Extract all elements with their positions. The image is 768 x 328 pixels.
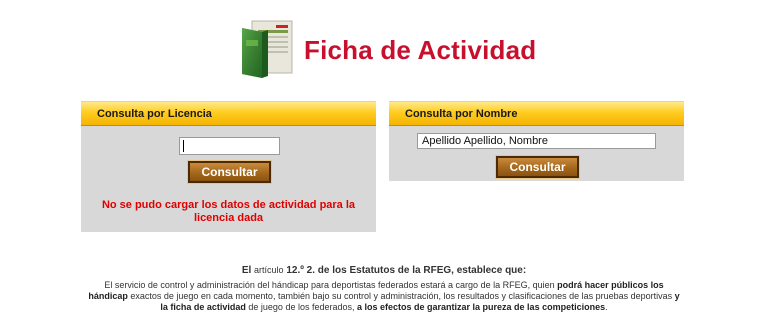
notice-text-1: El servicio de control y administración … <box>104 280 558 290</box>
licencia-error-message: No se pudo cargar los datos de actividad… <box>81 199 376 225</box>
page-title: Ficha de Actividad <box>304 35 537 65</box>
nombre-panel-title: Consulta por Nombre <box>389 101 684 126</box>
notice-text-2: exactos de juego en cada momento, tambié… <box>127 291 675 301</box>
notice-text-4: . <box>605 302 608 312</box>
notice-bold-3: y <box>674 291 680 301</box>
notice-bold-5: a los efectos de garantizar la pureza de… <box>357 302 606 312</box>
licencia-panel-title: Consulta por Licencia <box>81 101 376 126</box>
notice-heading: El artículo 12.º 2. de los Estatutos de … <box>40 265 728 276</box>
error-line-1: No se pudo cargar los datos de actividad… <box>101 199 356 211</box>
notice-bold-4: la ficha de actividad <box>160 302 246 312</box>
notice-heading-article: artículo <box>254 265 284 275</box>
licencia-input[interactable] <box>179 137 280 155</box>
page: Ficha de Actividad Consulta por Licencia… <box>0 0 768 328</box>
notice-heading-prefix: El <box>241 265 255 276</box>
licencia-consultar-button[interactable]: Consultar <box>187 160 272 184</box>
notice-bold-2: hándicap <box>88 291 128 301</box>
notice-bold-1: podrá hacer públicos los <box>557 280 664 290</box>
nombre-search-panel: Consulta por Nombre Consultar <box>389 101 684 181</box>
page-header: Ficha de Actividad <box>238 18 536 80</box>
nombre-input[interactable] <box>417 133 656 149</box>
notice-body: El servicio de control y administración … <box>40 280 728 313</box>
statutes-notice: El artículo 12.º 2. de los Estatutos de … <box>40 265 728 313</box>
activity-record-icon <box>238 18 300 80</box>
nombre-consultar-button[interactable]: Consultar <box>495 155 580 179</box>
notice-heading-rest: 12.º 2. de los Estatutos de la RFEG, est… <box>283 265 527 276</box>
error-line-2: licencia dada <box>193 212 264 224</box>
licencia-search-panel: Consulta por Licencia Consultar No se pu… <box>81 101 376 232</box>
text-caret <box>183 140 184 152</box>
notice-text-3: de juego de los federados, <box>245 302 357 312</box>
